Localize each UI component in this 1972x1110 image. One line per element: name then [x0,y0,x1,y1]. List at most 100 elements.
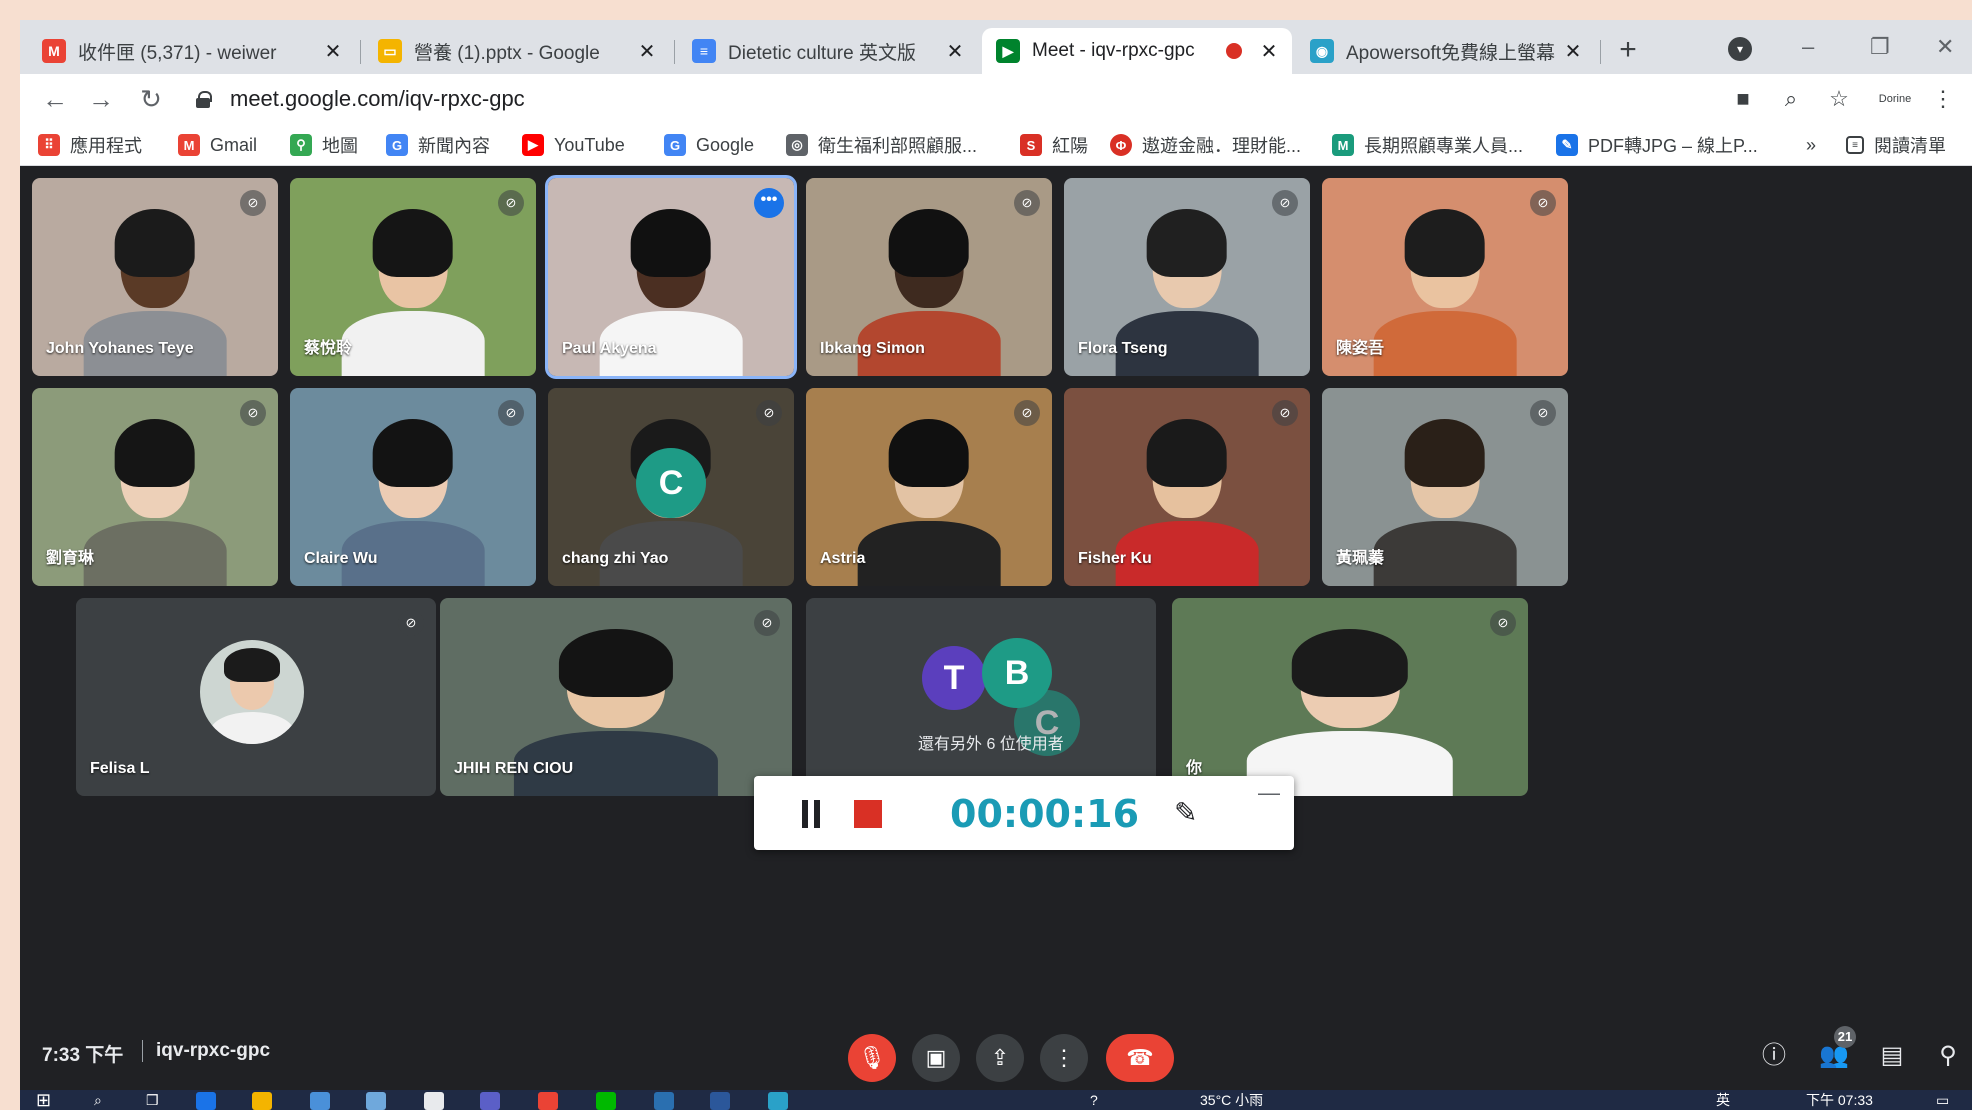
window-close-icon[interactable]: ✕ [1936,34,1954,60]
chrome-icon[interactable] [538,1092,558,1110]
close-icon[interactable]: ✕ [636,39,658,64]
forward-icon[interactable]: → [84,82,118,116]
tab-apowersoft[interactable]: ◉ Apowersoft免費線上螢幕 ✕ [1296,28,1596,74]
dropbox-icon[interactable] [366,1092,386,1110]
teams-icon[interactable] [480,1092,500,1110]
tab-meet[interactable]: ▶ Meet - iqv-rpxc-gpc ✕ [982,28,1292,74]
windows-start-icon[interactable]: ⊞ [36,1090,51,1110]
bookmark-news[interactable]: G 新聞內容 [386,132,490,158]
tab-title: Dietetic culture 英文版 [728,42,916,64]
reload-icon[interactable]: ↻ [134,82,168,116]
app-icon[interactable] [424,1092,444,1110]
apowersoft-icon[interactable] [768,1092,788,1110]
participant-tile[interactable]: ⊘ Fisher Ku [1064,388,1310,586]
ime-indicator[interactable]: 英 [1716,1090,1730,1110]
tab-slides[interactable]: ▭ 營養 (1).pptx - Google ✕ [364,28,670,74]
overflow-participants-tile[interactable]: T B C 還有另外 6 位使用者 [806,598,1156,796]
participant-tile[interactable]: ⊘ Ibkang Simon [806,178,1052,376]
profile-label[interactable]: Dorine [1872,84,1918,114]
bookmark-gmail[interactable]: M Gmail [178,132,257,158]
stop-icon[interactable] [854,800,882,828]
camera-permission-icon[interactable]: ■ [1728,84,1758,114]
person-hair [631,209,711,278]
tab-docs[interactable]: ≡ Dietetic culture 英文版 ✕ [678,28,978,74]
bookmark-youtube[interactable]: ▶ YouTube [522,132,625,158]
address-bar[interactable]: meet.google.com/iqv-rpxc-gpc [196,79,1716,119]
participant-tile[interactable]: ⊘ 你 [1172,598,1528,796]
search-icon[interactable]: ⌕ [94,1090,102,1110]
participant-tile[interactable]: ⊘ 劉育琳 [32,388,278,586]
new-tab-button[interactable]: + [1610,32,1646,68]
tab-gmail[interactable]: M 收件匣 (5,371) - weiwer ✕ [28,28,356,74]
mail-icon[interactable] [310,1092,330,1110]
participant-tile[interactable]: ⊘ John Yohanes Teye [32,178,278,376]
notifications-icon[interactable]: ▭ [1936,1090,1949,1110]
participant-tile[interactable]: ⊘ JHIH REN CIOU [440,598,792,796]
participant-name: John Yohanes Teye [46,340,194,357]
participant-tile[interactable]: ⊘ 陳姿吾 [1322,178,1568,376]
annotate-pen-icon[interactable]: ✎ [1174,796,1197,829]
restore-icon[interactable]: ❐ [1870,34,1890,60]
bookmark-label: 地圖 [322,136,358,156]
participant-tile[interactable]: C ⊘ chang zhi Yao [548,388,794,586]
activities-icon[interactable]: ⚲ [1930,1038,1966,1074]
mic-muted-icon: ⊘ [240,400,266,426]
close-icon[interactable]: ✕ [1562,39,1584,64]
mic-muted-icon: ⊘ [754,610,780,636]
line-icon[interactable] [596,1092,616,1110]
task-view-icon[interactable]: ❒ [146,1090,159,1110]
person-body [341,311,485,376]
bookmark-sunny[interactable]: S 紅陽 [1020,132,1088,158]
close-icon[interactable]: ✕ [944,39,966,64]
participant-video [1373,206,1517,376]
mic-muted-icon: ⊘ [240,190,266,216]
more-bookmarks-button[interactable]: » [1806,132,1816,158]
star-icon[interactable]: ☆ [1824,84,1854,114]
participant-tile[interactable]: ⊘ Claire Wu [290,388,536,586]
mic-muted-icon: ⊘ [1014,190,1040,216]
pause-icon[interactable] [800,800,822,828]
close-icon[interactable]: ✕ [1258,39,1280,64]
leave-call-icon[interactable]: ☎ [1106,1034,1174,1082]
present-screen-icon[interactable]: ⇪ [976,1034,1024,1082]
bookmark-maps[interactable]: ⚲ 地圖 [290,132,358,158]
edge-icon[interactable] [196,1092,216,1110]
back-icon[interactable]: ← [38,82,72,116]
participant-tile[interactable]: ••• Paul Akyena [545,175,797,379]
mic-muted-icon: ⊘ [1490,610,1516,636]
bookmark-pdf[interactable]: ✎ PDF轉JPG – 線上P... [1556,132,1758,158]
tab-search-icon[interactable]: ▾ [1728,37,1752,61]
mic-off-icon[interactable]: 🎙 [848,1034,896,1082]
bookmark-google[interactable]: G Google [664,132,754,158]
more-vert-icon[interactable]: ⋮ [1040,1034,1088,1082]
participant-tile[interactable]: ⊘ Felisa L [76,598,436,796]
close-icon[interactable]: ✕ [322,39,344,64]
menu-icon[interactable]: ⋮ [1928,84,1958,114]
photos-icon[interactable] [654,1092,674,1110]
participant-tile[interactable]: ⊘ 蔡悅聆 [290,178,536,376]
minimize-icon[interactable]: – [1802,34,1814,60]
more-options-icon[interactable]: ••• [754,188,784,218]
participant-tile[interactable]: ⊘ Astria [806,388,1052,586]
participant-tile[interactable]: ⊘ Flora Tseng [1064,178,1310,376]
bookmark-finance[interactable]: Φ 遨遊金融．理財能... [1110,132,1301,158]
chat-icon[interactable]: ▤ [1874,1038,1910,1074]
bookmark-ltc[interactable]: M 長期照顧專業人員... [1332,132,1523,158]
participant-name: Flora Tseng [1078,340,1168,357]
zoom-icon[interactable]: ⌕ [1776,84,1806,114]
people-icon[interactable]: 👥 21 [1816,1026,1856,1074]
camera-icon[interactable]: ▣ [912,1034,960,1082]
file-explorer-icon[interactable] [252,1092,272,1110]
tab-title: 收件匣 (5,371) - weiwer [78,42,277,64]
reading-list-button[interactable]: ≡ 閱讀清單 [1846,132,1946,158]
help-icon[interactable]: ? [1090,1090,1098,1110]
bookmark-label: 衛生福利部照顧服... [818,136,978,156]
bookmark-apps[interactable]: ⠿ 應用程式 [38,132,142,158]
word-icon[interactable] [710,1092,730,1110]
bookmark-mohw[interactable]: ◎ 衛生福利部照顧服... [786,132,977,158]
bookmark-label: 新聞內容 [418,136,490,156]
info-icon[interactable]: ⓘ [1756,1038,1792,1074]
participant-name: 蔡悅聆 [304,340,353,357]
minimize-icon[interactable]: — [1258,780,1280,806]
participant-tile[interactable]: ⊘ 黃珮蓁 [1322,388,1568,586]
